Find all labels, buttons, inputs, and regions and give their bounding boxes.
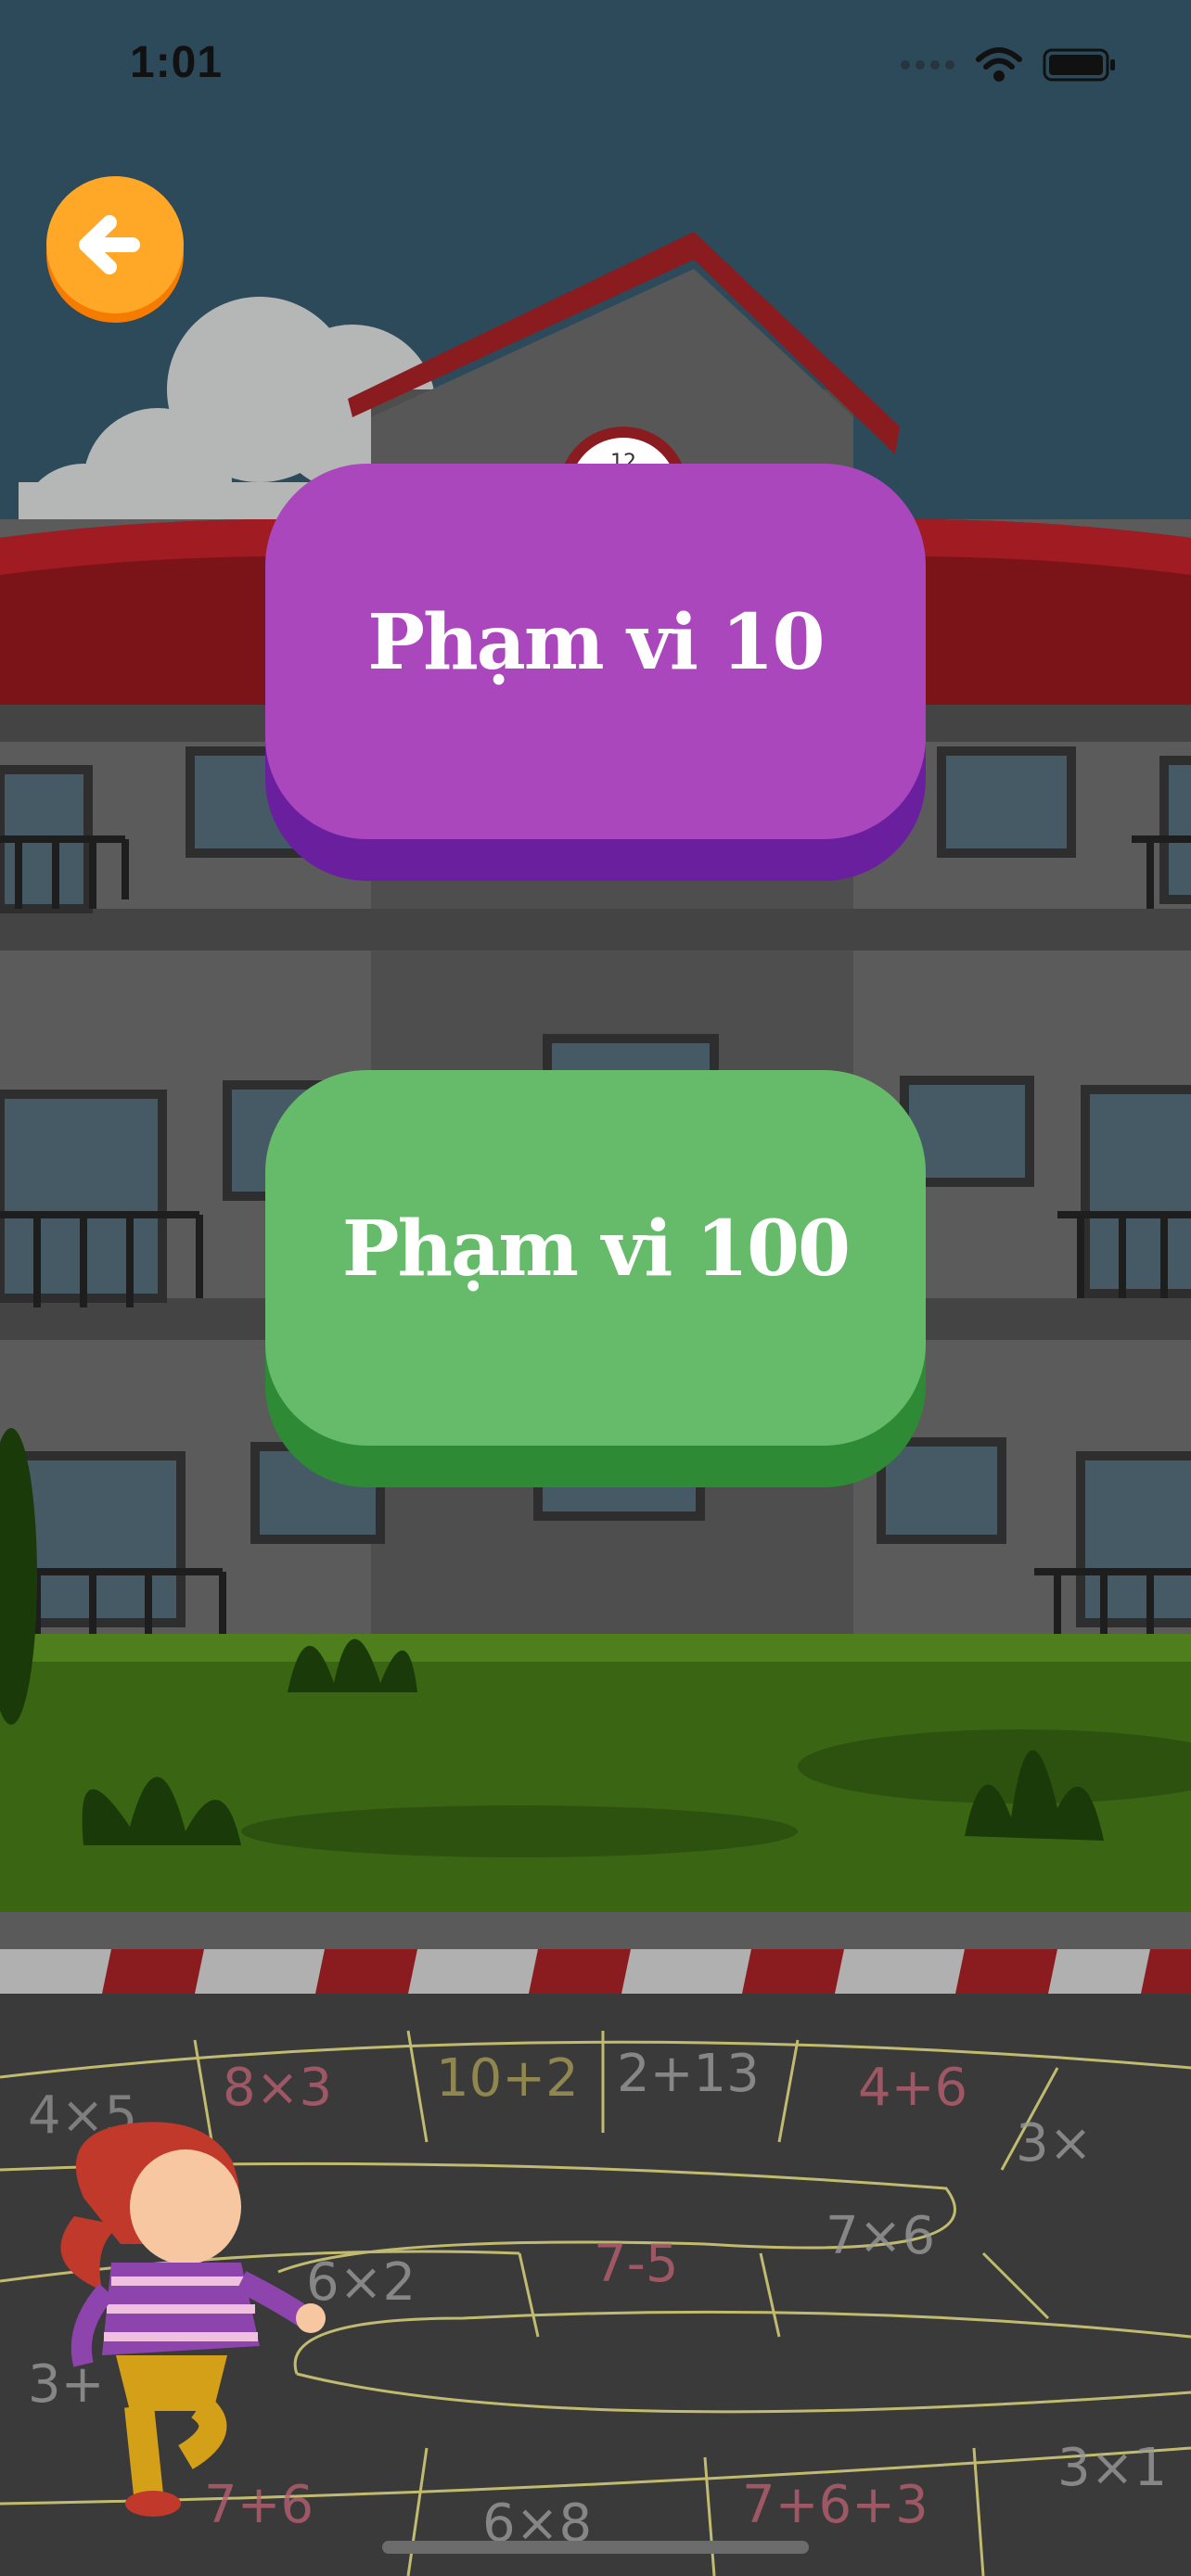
chalk-text: 4+6 <box>858 2058 967 2118</box>
range-10-label: Phạm vi 10 <box>367 597 825 687</box>
arrow-left-icon <box>46 176 184 323</box>
home-indicator <box>382 2541 809 2554</box>
range-10-button[interactable]: Phạm vi 10 <box>265 464 926 881</box>
chalk-text: 2+13 <box>617 2044 760 2104</box>
chalk-text: 3+ <box>28 2354 105 2415</box>
chalk-text: 8×3 <box>223 2058 332 2118</box>
status-bar: 1:01 <box>0 0 1191 139</box>
chalk-text: 10+2 <box>436 2048 579 2109</box>
chalk-text: 3× <box>1016 2113 1093 2174</box>
range-100-label: Phạm vi 100 <box>341 1204 851 1294</box>
chalk-text: 7-5 <box>594 2234 678 2294</box>
back-button[interactable] <box>45 176 186 323</box>
chalk-text: 7×6 <box>826 2206 935 2266</box>
button-face: Phạm vi 100 <box>265 1070 926 1446</box>
status-icons <box>900 46 1117 83</box>
chalk-text: 7+6+3 <box>742 2475 928 2535</box>
chalk-text: 7+6 <box>204 2475 314 2535</box>
range-100-button[interactable]: Phạm vi 100 <box>265 1070 926 1487</box>
chalk-text: 6×2 <box>306 2252 416 2313</box>
wifi-icon <box>976 47 1022 82</box>
chalk-text: 3×1 <box>1057 2438 1167 2498</box>
status-time: 1:01 <box>130 38 224 87</box>
battery-icon <box>1043 48 1115 82</box>
signal-icon <box>901 60 954 70</box>
button-face: Phạm vi 10 <box>265 464 926 839</box>
